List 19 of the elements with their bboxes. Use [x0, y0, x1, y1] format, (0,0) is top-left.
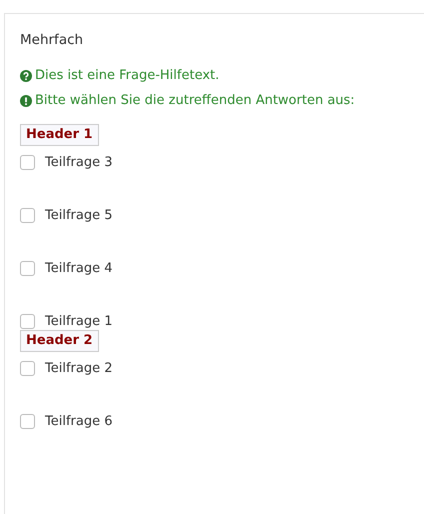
- group-header: Header 2: [20, 330, 99, 352]
- hint-text: Dies ist eine Frage-Hilfetext.: [35, 68, 220, 83]
- question-icon: [20, 70, 32, 82]
- option-label: Teilfrage 3: [45, 155, 112, 170]
- option-label: Teilfrage 1: [45, 314, 112, 329]
- checkbox[interactable]: [20, 208, 35, 223]
- question-title: Mehrfach: [20, 31, 84, 50]
- option-label: Teilfrage 6: [45, 414, 112, 429]
- option-label: Teilfrage 4: [45, 261, 112, 276]
- checkbox[interactable]: [20, 361, 35, 376]
- checkbox[interactable]: [20, 155, 35, 170]
- option-label: Teilfrage 5: [45, 208, 112, 223]
- exclamation-icon: [20, 94, 32, 106]
- hint-text: Bitte wählen Sie die zutreffenden Antworten aus:: [35, 93, 355, 108]
- group-header: Header 1: [20, 124, 99, 146]
- option-label: Teilfrage 2: [45, 361, 112, 376]
- checkbox[interactable]: [20, 261, 35, 276]
- checkbox[interactable]: [20, 414, 35, 429]
- checkbox[interactable]: [20, 314, 35, 329]
